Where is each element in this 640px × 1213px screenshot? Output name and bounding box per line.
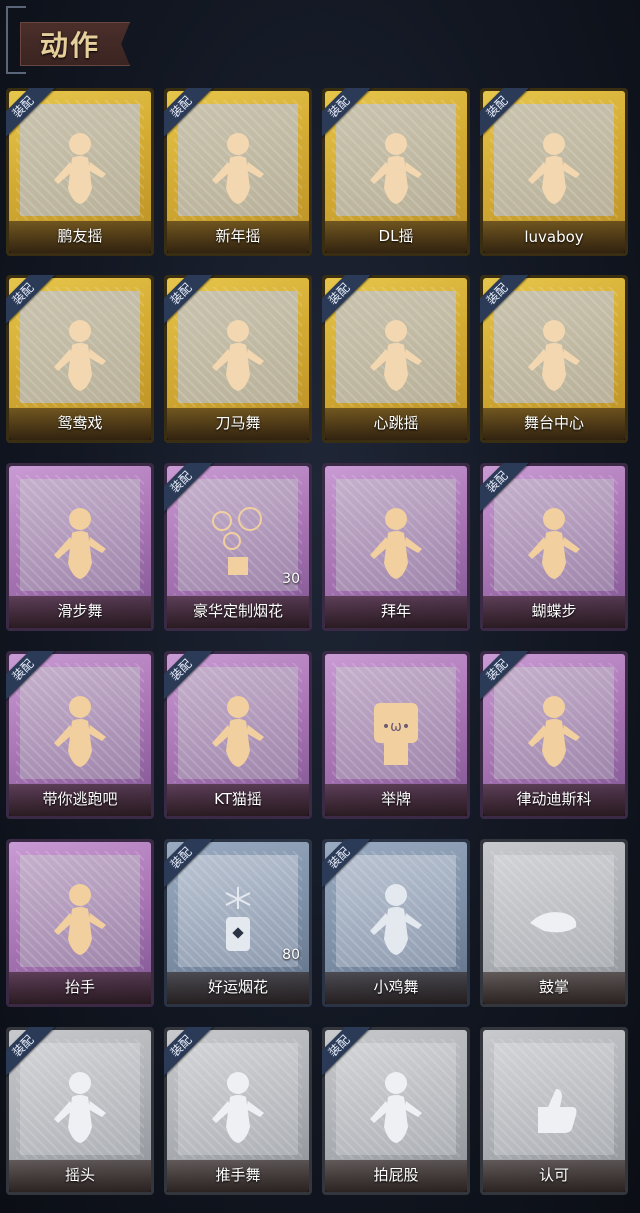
emote-card[interactable]: KT猫摇 装配 — [164, 651, 312, 819]
emote-card[interactable]: 带你逃跑吧 装配 — [6, 651, 154, 819]
emote-card[interactable]: 推手舞 装配 — [164, 1027, 312, 1195]
emote-label: 滑步舞 — [57, 602, 103, 620]
emote-label: 推手舞 — [215, 1166, 261, 1184]
emote-label: 蝴蝶步 — [531, 602, 577, 620]
shake-head-figure-icon — [50, 1067, 110, 1147]
emote-label: DL摇 — [378, 227, 414, 245]
clap-hands-icon — [524, 879, 584, 959]
emote-label: 好运烟花 — [207, 978, 268, 996]
emote-card[interactable]: DL摇 装配 — [322, 88, 470, 256]
emote-label: 鹏友摇 — [57, 227, 103, 245]
chicken-dance-figure-icon — [366, 879, 426, 959]
push-hands-figure-icon — [208, 1067, 268, 1147]
emote-label: 新年摇 — [215, 227, 261, 245]
emote-card[interactable]: 小鸡舞 装配 — [322, 839, 470, 1007]
emote-card[interactable]: 拍屁股 装配 — [322, 1027, 470, 1195]
emote-card[interactable]: 心跳摇 装配 — [322, 275, 470, 443]
dance-figure-icon — [208, 315, 268, 395]
dance-figure-icon — [50, 128, 110, 208]
bow-figure-icon — [366, 503, 426, 583]
emote-card[interactable]: 滑步舞 — [6, 463, 154, 631]
emote-label: luvaboy — [524, 228, 584, 246]
section-title: 动作 — [40, 29, 101, 62]
emote-card[interactable]: 拜年 — [322, 463, 470, 631]
emote-card[interactable]: 蝴蝶步 装配 — [480, 463, 628, 631]
section-header: 动作 — [6, 6, 134, 74]
dance-figure-icon — [524, 128, 584, 208]
emote-card[interactable]: 刀马舞 装配 — [164, 275, 312, 443]
emote-card[interactable]: 摇头 装配 — [6, 1027, 154, 1195]
emote-card[interactable]: 认可 — [480, 1027, 628, 1195]
emote-label: KT猫摇 — [214, 790, 262, 808]
svg-text:•ω•: •ω• — [382, 719, 410, 735]
emote-card[interactable]: 鹏友摇 装配 — [6, 88, 154, 256]
emote-label: 带你逃跑吧 — [42, 790, 118, 808]
emote-card[interactable]: 30 豪华定制烟花 装配 — [164, 463, 312, 631]
dance-figure-icon — [208, 128, 268, 208]
emote-card[interactable]: •ω• 举牌 — [322, 651, 470, 819]
emote-card[interactable]: 鼓掌 — [480, 839, 628, 1007]
emote-card[interactable]: 律动迪斯科 装配 — [480, 651, 628, 819]
dance-figure-icon — [366, 128, 426, 208]
emote-label: 认可 — [538, 1166, 569, 1184]
dance-figure-icon — [524, 691, 584, 771]
emote-label: 举牌 — [380, 790, 411, 808]
dance-figure-icon — [50, 315, 110, 395]
thumbs-up-icon — [524, 1067, 584, 1147]
slap-figure-icon — [366, 1067, 426, 1147]
item-count: 80 — [282, 947, 300, 963]
sign-holding-icon: •ω• — [366, 691, 426, 771]
dance-figure-icon — [524, 315, 584, 395]
fireworks-box-icon — [208, 503, 268, 583]
dance-figure-icon — [208, 691, 268, 771]
emote-card[interactable]: 鸳鸯戏 装配 — [6, 275, 154, 443]
emote-label: 心跳摇 — [373, 414, 419, 432]
dance-figure-icon — [524, 503, 584, 583]
emote-card[interactable]: 舞台中心 装配 — [480, 275, 628, 443]
dance-figure-icon — [50, 503, 110, 583]
emote-card[interactable]: 新年摇 装配 — [164, 88, 312, 256]
dance-figure-icon — [366, 315, 426, 395]
dance-figure-icon — [50, 691, 110, 771]
emote-label: 小鸡舞 — [373, 978, 419, 996]
emote-label: 抬手 — [64, 978, 95, 996]
raise-hand-figure-icon — [50, 879, 110, 959]
firework-can-icon — [208, 879, 268, 959]
emote-label: 拍屁股 — [373, 1166, 419, 1184]
emote-label: 拜年 — [380, 602, 411, 620]
emote-label: 鼓掌 — [538, 978, 569, 996]
emote-label: 摇头 — [64, 1166, 95, 1184]
emote-label: 律动迪斯科 — [516, 790, 592, 808]
emote-label: 刀马舞 — [215, 414, 261, 432]
emote-card[interactable]: 抬手 — [6, 839, 154, 1007]
item-count: 30 — [282, 571, 300, 587]
emote-card[interactable]: 80 好运烟花 装配 — [164, 839, 312, 1007]
emote-card[interactable]: luvaboy 装配 — [480, 88, 628, 256]
emote-label: 豪华定制烟花 — [192, 602, 283, 620]
emote-label: 鸳鸯戏 — [57, 414, 103, 432]
emote-label: 舞台中心 — [523, 414, 584, 432]
